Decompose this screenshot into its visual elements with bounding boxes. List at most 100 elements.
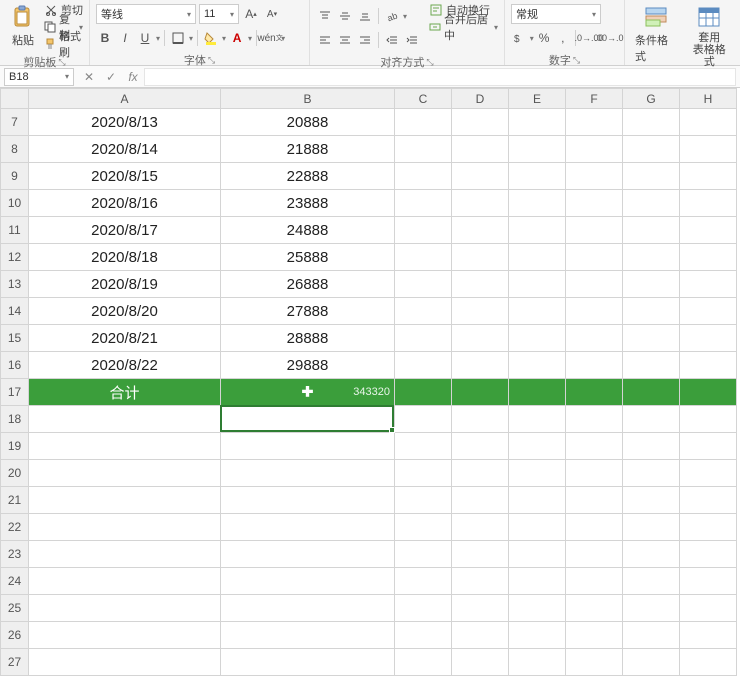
row-header-12[interactable]: 12 [1,244,29,271]
cell-D23[interactable] [452,541,509,568]
cell-H18[interactable] [680,406,737,433]
row-header-8[interactable]: 8 [1,136,29,163]
cell-F13[interactable] [566,271,623,298]
cell-D21[interactable] [452,487,509,514]
cell-F14[interactable] [566,298,623,325]
row-header-27[interactable]: 27 [1,649,29,676]
cell-D11[interactable] [452,217,509,244]
cell-C8[interactable] [395,136,452,163]
align-center-button[interactable] [336,31,354,49]
cell-D9[interactable] [452,163,509,190]
align-bottom-button[interactable] [356,7,374,25]
cell-E15[interactable] [509,325,566,352]
cell-A25[interactable] [29,595,221,622]
cell-G23[interactable] [623,541,680,568]
cell-H22[interactable] [680,514,737,541]
cell-B8[interactable]: 21888 [221,136,395,163]
cell-A24[interactable] [29,568,221,595]
col-header-E[interactable]: E [509,89,566,109]
dialog-launcher-icon[interactable]: ⤡ [58,57,65,68]
dialog-launcher-icon[interactable]: ⤡ [426,57,433,68]
chevron-down-icon[interactable]: ▾ [530,34,534,43]
cell-F16[interactable] [566,352,623,379]
paste-button[interactable]: 粘贴 [4,2,42,52]
chevron-down-icon[interactable]: ▾ [156,34,160,43]
cell-B24[interactable] [221,568,395,595]
cell-C9[interactable] [395,163,452,190]
cell-E24[interactable] [509,568,566,595]
cell-E7[interactable] [509,109,566,136]
font-size-select[interactable]: 11▾ [199,4,239,24]
cell-G17[interactable] [623,379,680,406]
cell-C23[interactable] [395,541,452,568]
cell-B15[interactable]: 28888 [221,325,395,352]
cell-A20[interactable] [29,460,221,487]
cell-F20[interactable] [566,460,623,487]
decrease-indent-button[interactable] [383,31,401,49]
cell-C21[interactable] [395,487,452,514]
cell-E10[interactable] [509,190,566,217]
cell-H17[interactable] [680,379,737,406]
cell-H13[interactable] [680,271,737,298]
number-format-select[interactable]: 常规▾ [511,4,601,24]
cell-A27[interactable] [29,649,221,676]
cell-A12[interactable]: 2020/8/18 [29,244,221,271]
cell-B18[interactable] [221,406,395,433]
cell-H16[interactable] [680,352,737,379]
cell-A10[interactable]: 2020/8/16 [29,190,221,217]
col-header-H[interactable]: H [680,89,737,109]
cell-C14[interactable] [395,298,452,325]
chevron-down-icon[interactable]: ▾ [248,34,252,43]
col-header-F[interactable]: F [566,89,623,109]
col-header-A[interactable]: A [29,89,221,109]
cell-E20[interactable] [509,460,566,487]
comma-button[interactable]: , [554,29,571,47]
row-header-7[interactable]: 7 [1,109,29,136]
decrease-font-button[interactable]: A▾ [263,5,281,23]
cell-E9[interactable] [509,163,566,190]
format-as-table-button[interactable]: 套用 表格格式 [683,2,737,70]
cell-E18[interactable] [509,406,566,433]
cell-G18[interactable] [623,406,680,433]
row-header-17[interactable]: 17 [1,379,29,406]
cell-A15[interactable]: 2020/8/21 [29,325,221,352]
cell-D26[interactable] [452,622,509,649]
accept-formula-button[interactable]: ✓ [100,68,122,86]
cell-D25[interactable] [452,595,509,622]
row-header-10[interactable]: 10 [1,190,29,217]
cell-C12[interactable] [395,244,452,271]
cell-A7[interactable]: 2020/8/13 [29,109,221,136]
cell-B27[interactable] [221,649,395,676]
cell-G11[interactable] [623,217,680,244]
cell-B9[interactable]: 22888 [221,163,395,190]
cell-G9[interactable] [623,163,680,190]
cell-B7[interactable]: 20888 [221,109,395,136]
chevron-down-icon[interactable]: ▾ [189,34,193,43]
cell-B10[interactable]: 23888 [221,190,395,217]
cell-G26[interactable] [623,622,680,649]
row-header-13[interactable]: 13 [1,271,29,298]
cell-F17[interactable] [566,379,623,406]
cell-H27[interactable] [680,649,737,676]
fx-button[interactable]: fx [122,68,144,86]
cell-H21[interactable] [680,487,737,514]
cell-F26[interactable] [566,622,623,649]
cell-G21[interactable] [623,487,680,514]
cell-F8[interactable] [566,136,623,163]
align-right-button[interactable] [356,31,374,49]
cell-A17[interactable]: 合计 [29,379,221,406]
cell-G25[interactable] [623,595,680,622]
cell-C27[interactable] [395,649,452,676]
cell-F19[interactable] [566,433,623,460]
cell-H20[interactable] [680,460,737,487]
row-header-14[interactable]: 14 [1,298,29,325]
phonetic-button[interactable]: wén文 [261,29,279,47]
row-header-16[interactable]: 16 [1,352,29,379]
cell-C19[interactable] [395,433,452,460]
cell-G7[interactable] [623,109,680,136]
cell-H11[interactable] [680,217,737,244]
cell-A22[interactable] [29,514,221,541]
underline-button[interactable]: U [136,29,154,47]
cell-D10[interactable] [452,190,509,217]
cell-F21[interactable] [566,487,623,514]
